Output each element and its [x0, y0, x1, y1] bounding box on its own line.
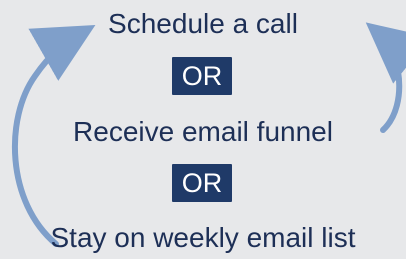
decision-diagram: Schedule a call OR Receive email funnel … [0, 0, 406, 259]
right-return-arrow [365, 22, 406, 133]
or-separator-2: OR [172, 164, 232, 202]
option-schedule-call: Schedule a call [108, 8, 298, 39]
or-separator-1: OR [172, 57, 232, 95]
option-weekly-email-list: Stay on weekly email list [50, 222, 356, 253]
or-separator-2-label: OR [181, 167, 223, 198]
or-separator-1-label: OR [181, 60, 223, 91]
option-receive-email-funnel: Receive email funnel [73, 116, 333, 147]
